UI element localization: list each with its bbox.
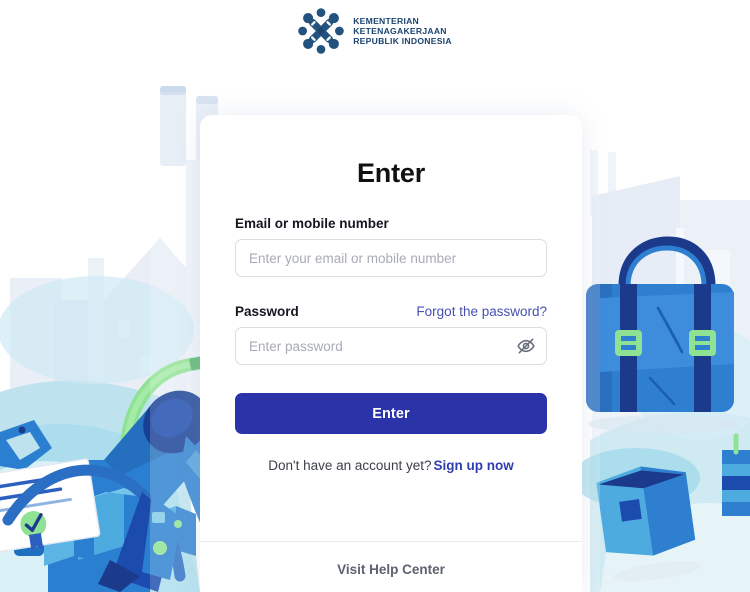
signup-prompt: Don't have an account yet? — [268, 458, 432, 473]
login-page: KEMENTERIAN KETENAGAKERJAAN REPUBLIK IND… — [0, 0, 750, 592]
email-field-block: Email or mobile number — [235, 216, 547, 277]
brand-line-2: KETENAGAKERJAAN — [353, 25, 447, 36]
password-input[interactable] — [235, 327, 547, 365]
forgot-password-link[interactable]: Forgot the password? — [416, 304, 547, 319]
password-label: Password — [235, 304, 299, 319]
signup-row: Don't have an account yet? Sign up now — [235, 458, 547, 473]
help-center-link[interactable]: Visit Help Center — [200, 562, 582, 577]
password-visibility-toggle[interactable] — [515, 335, 537, 357]
page-title: Enter — [356, 158, 426, 188]
password-field-block: Password Forgot the password? — [235, 304, 547, 365]
email-input[interactable] — [235, 239, 547, 277]
brand-text: KEMENTERIAN KETENAGAKERJAAN REPUBLIK IND… — [353, 16, 452, 46]
brand-header: KEMENTERIAN KETENAGAKERJAAN REPUBLIK IND… — [0, 0, 750, 62]
password-input-wrap — [235, 327, 547, 365]
password-label-row: Password Forgot the password? — [235, 304, 547, 319]
brand-line-1: KEMENTERIAN — [353, 15, 419, 26]
eye-off-icon — [517, 338, 535, 354]
ministry-emblem-icon — [298, 8, 344, 54]
email-label-row: Email or mobile number — [235, 216, 547, 231]
email-input-wrap — [235, 239, 547, 277]
login-card: Enter Email or mobile number Password Fo… — [200, 115, 582, 592]
submit-button[interactable]: Enter — [235, 393, 547, 434]
brand-lockup: KEMENTERIAN KETENAGAKERJAAN REPUBLIK IND… — [298, 8, 452, 54]
email-label: Email or mobile number — [235, 216, 389, 231]
card-divider — [200, 541, 582, 542]
brand-line-3: REPUBLIK INDONESIA — [353, 36, 452, 47]
signup-link[interactable]: Sign up now — [433, 458, 513, 473]
